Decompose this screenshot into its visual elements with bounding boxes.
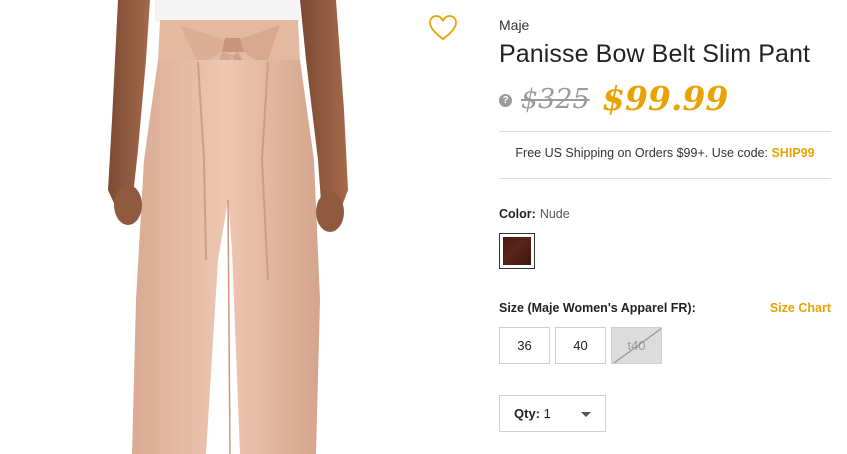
size-option-t40-unavailable[interactable]: t40 [611,327,662,364]
original-price: $325 [521,84,590,115]
shipping-text: Free US Shipping on Orders $99+. Use cod… [515,146,772,160]
color-label: Color: Nude [499,207,570,221]
quantity-label-text: Qty: [514,406,540,421]
swatch-fill [503,237,531,265]
shipping-promo: Free US Shipping on Orders $99+. Use cod… [499,146,831,160]
size-option-36[interactable]: 36 [499,327,550,364]
color-value: Nude [539,207,570,221]
sale-price: $99.99 [602,79,729,118]
color-swatch[interactable] [499,233,535,269]
unavailable-strike [612,328,661,363]
help-icon[interactable]: ? [499,94,512,107]
price-row: ? $325 $99.99 [499,79,831,124]
chevron-down-icon [581,412,591,417]
size-chart-link[interactable]: Size Chart [770,301,831,315]
quantity-label: Qty: 1 [514,406,551,421]
product-image[interactable] [0,0,420,454]
divider [499,178,831,179]
color-label-text: Color: [499,207,536,221]
size-option-label: 36 [517,338,532,353]
product-title: Panisse Bow Belt Slim Pant [499,40,811,68]
promo-code: SHIP99 [771,146,815,160]
quantity-select[interactable]: Qty: 1 [499,395,606,432]
pants-illustration [108,0,348,454]
heart-icon [429,15,457,41]
divider [499,131,831,132]
brand-name[interactable]: Maje [499,17,529,33]
size-option-label: 40 [573,338,588,353]
quantity-value: 1 [543,406,551,421]
size-option-40[interactable]: 40 [555,327,606,364]
wishlist-button[interactable] [428,14,458,42]
size-label: Size (Maje Women's Apparel FR): [499,301,696,315]
